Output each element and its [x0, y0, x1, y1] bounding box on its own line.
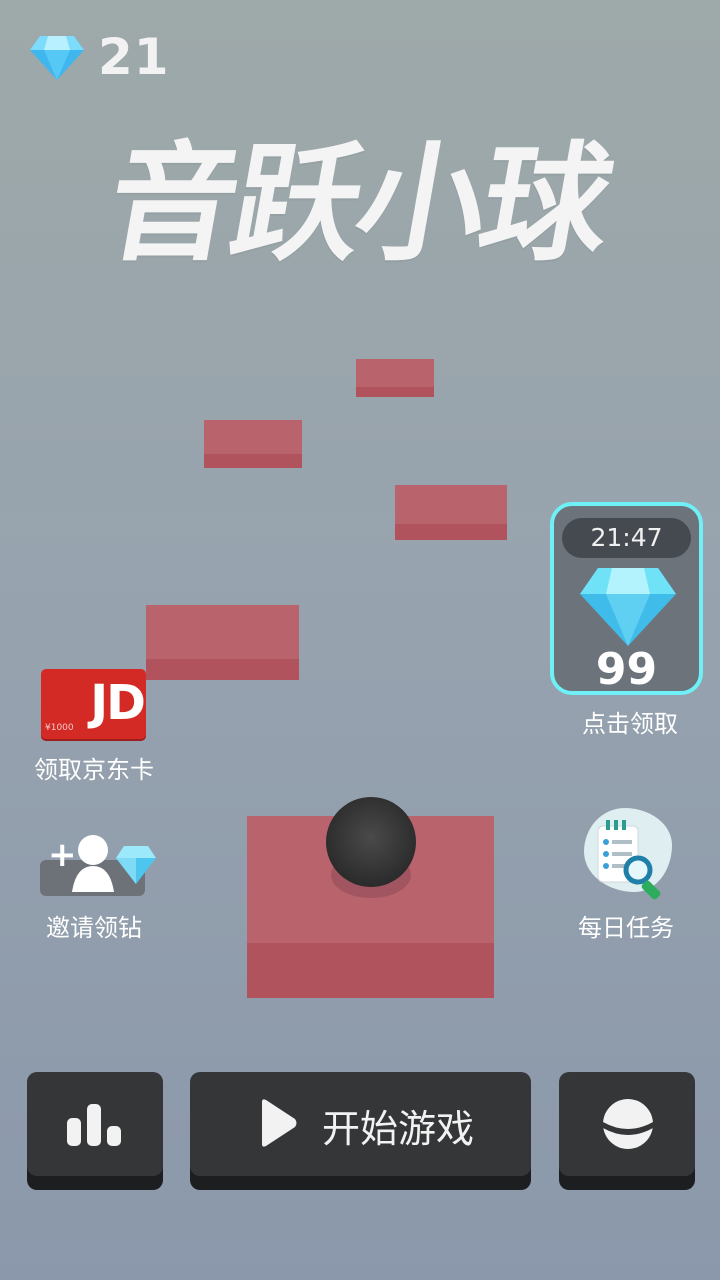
- start-game-button[interactable]: 开始游戏: [190, 1072, 531, 1176]
- platform: [356, 359, 434, 397]
- platform: [146, 605, 299, 680]
- jd-card-label[interactable]: 领取京东卡: [20, 750, 168, 785]
- platform: [395, 485, 507, 540]
- reward-amount: 99: [595, 644, 658, 695]
- clipboard-search-icon: [597, 820, 661, 900]
- reward-timer: 21:47: [562, 518, 691, 558]
- reward-label[interactable]: 点击领取: [560, 704, 700, 739]
- daily-task-button[interactable]: [584, 808, 676, 900]
- invite-button[interactable]: +: [40, 832, 156, 896]
- diamond-icon: [30, 36, 84, 80]
- ball: [326, 797, 416, 887]
- daily-task-label[interactable]: 每日任务: [556, 908, 696, 943]
- platform: [204, 420, 302, 468]
- jd-card-value: ¥1000: [45, 723, 74, 733]
- skin-button[interactable]: [559, 1072, 695, 1176]
- leaderboard-button[interactable]: [27, 1072, 163, 1176]
- reward-card[interactable]: 21:47 99: [550, 502, 703, 695]
- jd-card-logo: JD: [90, 675, 146, 731]
- jd-card-button[interactable]: JD ¥1000: [41, 669, 146, 741]
- diamond-icon: [116, 846, 156, 884]
- ball-skin-icon: [603, 1099, 653, 1149]
- game-title: 音跃小球: [96, 130, 620, 279]
- jd-card-image: JD ¥1000: [41, 669, 146, 739]
- invite-label[interactable]: 邀请领钻: [20, 908, 168, 943]
- user-icon: [72, 835, 114, 892]
- bar-chart-icon: [67, 1104, 121, 1146]
- play-icon: [262, 1099, 297, 1147]
- diamond-icon: [580, 568, 676, 646]
- diamond-count: 21: [98, 28, 170, 86]
- start-game-label: 开始游戏: [322, 1107, 475, 1151]
- diamond-counter: 21: [30, 28, 170, 86]
